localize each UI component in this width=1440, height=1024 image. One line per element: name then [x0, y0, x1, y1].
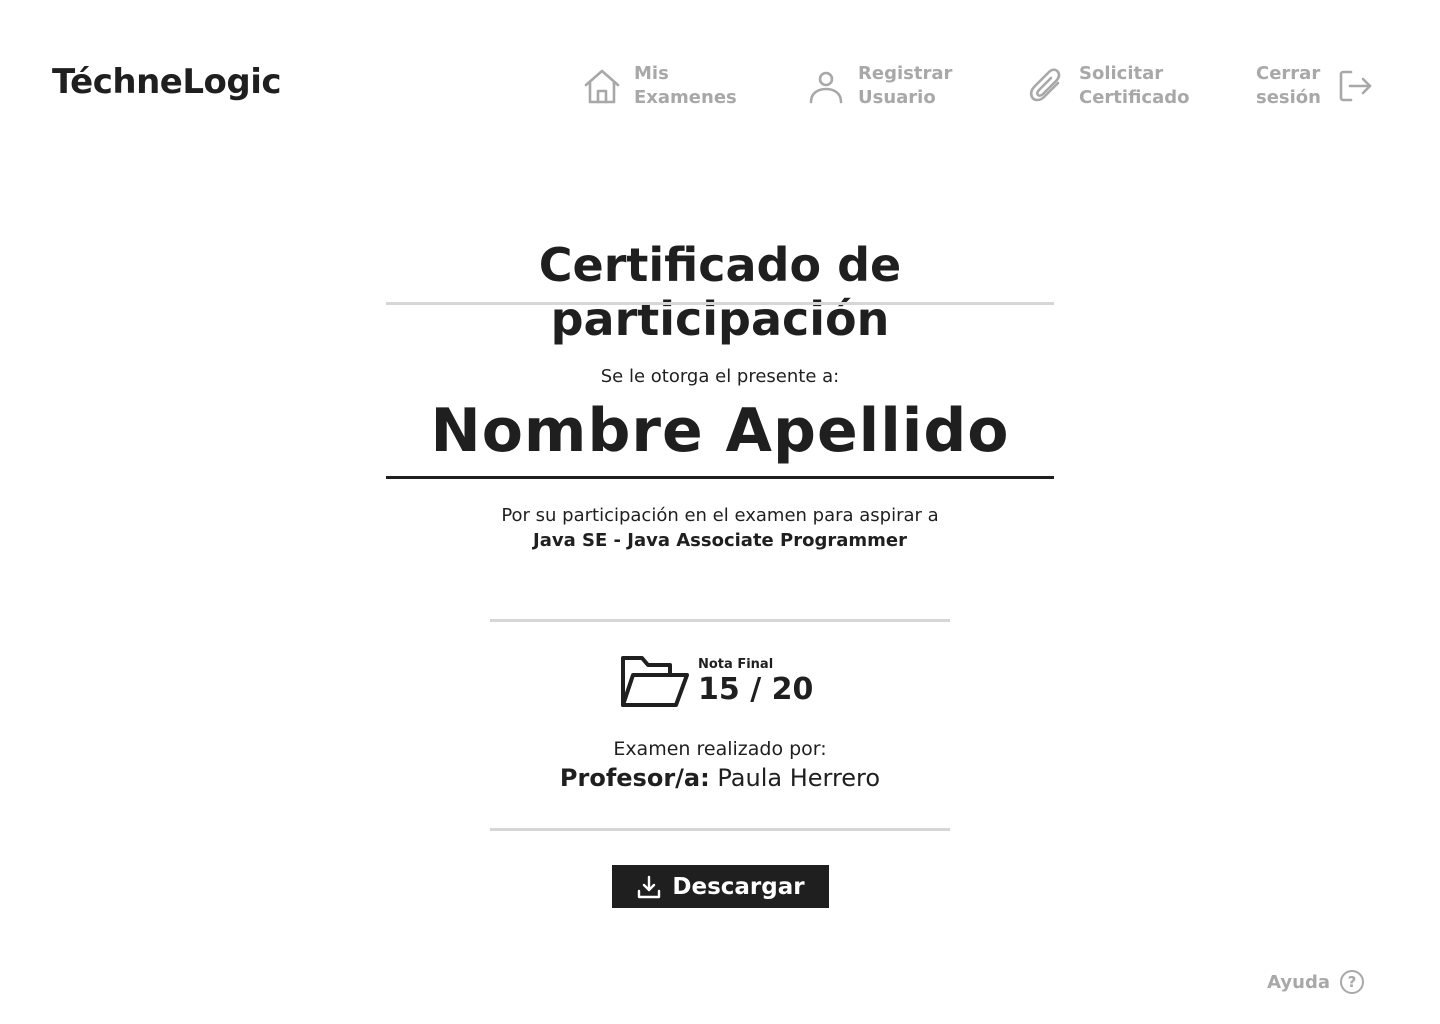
nav-item-registrar-usuario[interactable]: Registrar Usuario [806, 62, 952, 110]
final-grade: Nota Final 15 / 20 [620, 653, 813, 713]
nav-item-mis-examenes[interactable]: Mis Examenes [582, 62, 737, 110]
home-icon [582, 66, 622, 106]
download-icon [636, 874, 662, 900]
nav-item-label: Cerrar sesión [1256, 63, 1321, 108]
divider [490, 619, 950, 622]
award-label: Se le otorga el presente a: [600, 366, 840, 387]
nav-item-label: Registrar Usuario [858, 63, 953, 108]
nav-item-solicitar-certificado[interactable]: Solicitar Certificado [1027, 62, 1189, 110]
nav-item-cerrar-sesion[interactable]: Cerrar sesión [1256, 62, 1375, 110]
divider [490, 828, 950, 831]
examiner: Profesor/a: Paula Herrero [386, 764, 1054, 792]
nav-item-label: Solicitar Certificado [1079, 63, 1190, 108]
certificate-description: Por su participación en el examen para a… [501, 505, 939, 526]
logout-icon [1335, 66, 1375, 106]
user-icon [806, 66, 846, 106]
question-circle-icon: ? [1340, 970, 1364, 994]
folder-open-icon [620, 653, 690, 713]
help-link[interactable]: Ayuda ? [1267, 970, 1364, 994]
examiner-name: Paula Herrero [717, 764, 881, 792]
download-button[interactable]: Descargar [612, 865, 829, 908]
certificate-title: Certificado de participación [538, 238, 902, 346]
title-divider [386, 302, 1054, 305]
nav-item-label: Mis Examenes [634, 63, 737, 108]
grade-label: Nota Final [698, 657, 774, 672]
paperclip-icon [1027, 66, 1067, 106]
help-label: Ayuda [1267, 971, 1330, 993]
exam-name: Java SE - Java Associate Programmer [533, 530, 907, 551]
top-nav: Mis Examenes Registrar Usuario Solicitar… [0, 62, 1440, 112]
examiner-label: Examen realizado por: [613, 738, 827, 760]
download-label: Descargar [672, 873, 805, 900]
recipient-name: Nombre Apellido [430, 396, 1010, 466]
recipient-underline [386, 476, 1054, 479]
examiner-role: Profesor/a: [559, 764, 710, 792]
grade-value: 15 / 20 [698, 672, 814, 707]
